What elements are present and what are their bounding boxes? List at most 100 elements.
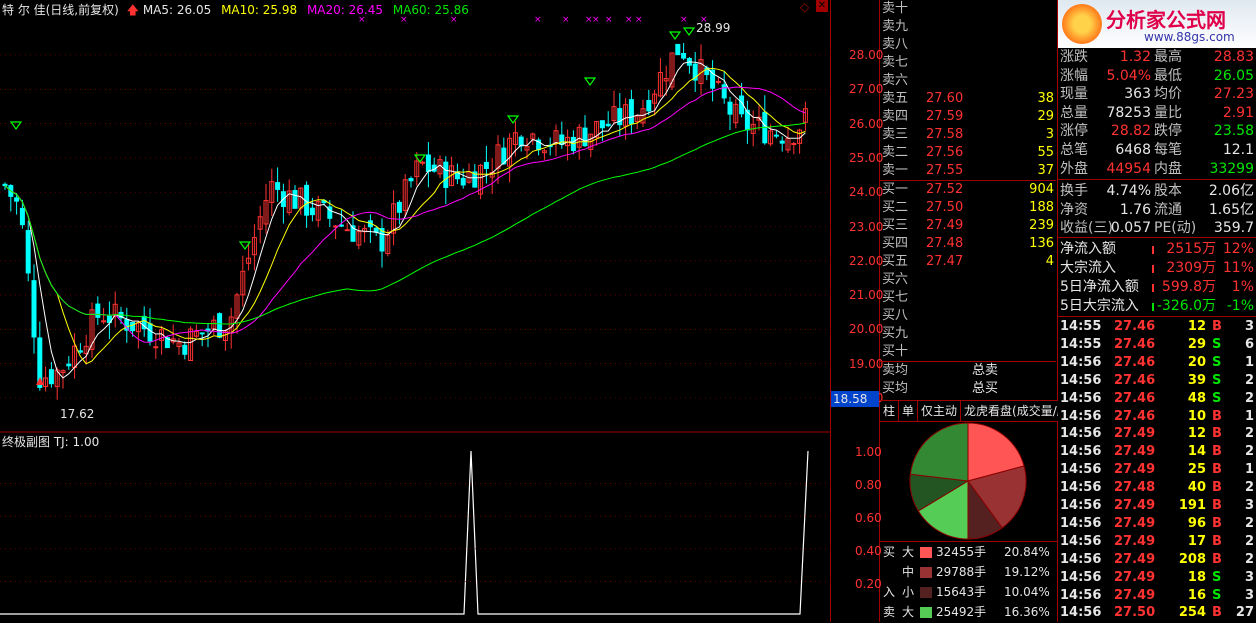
quote-value-2: 2.91 (1222, 104, 1254, 121)
tick-row[interactable]: 14:56 27.49 25 B 1 (1058, 461, 1256, 479)
price-flag: 18.58 (831, 391, 879, 407)
tick-price: 27.49 (1114, 515, 1156, 531)
tick-row[interactable]: 14:56 27.46 39 S 2 (1058, 372, 1256, 390)
tick-volume: 18 (1187, 569, 1206, 585)
quote-row: 总笔 6468 每笔 12.1 (1058, 141, 1256, 159)
tab-dragon-tiger[interactable]: 龙虎看盘(成交量/股 (961, 401, 1058, 421)
tick-row[interactable]: 14:56 27.46 48 S 2 (1058, 390, 1256, 408)
tab-active-only[interactable]: 仅主动 (918, 401, 962, 421)
sell-level-label: 卖八 (882, 37, 909, 52)
tick-row[interactable]: 14:56 27.49 16 S 3 (1058, 587, 1256, 605)
sell-level-row[interactable]: 卖六 (880, 72, 1056, 90)
buy-level-label: 买一 (882, 182, 909, 197)
tick-price: 27.49 (1114, 533, 1156, 549)
buy-level-row[interactable]: 买三 27.49 239 (880, 217, 1056, 235)
tick-row[interactable]: 14:55 27.46 12 B 3 (1058, 318, 1256, 336)
tick-side: S (1212, 354, 1222, 370)
tick-row[interactable]: 14:56 27.46 20 S 1 (1058, 354, 1256, 372)
sell-level-row[interactable]: 卖四 27.59 29 (880, 108, 1056, 126)
quote-divider-2 (1058, 237, 1256, 238)
kline-canvas[interactable]: × × × × × × × × × × × × (0, 0, 830, 622)
tick-time: 14:56 (1060, 408, 1102, 424)
tab-single[interactable]: 单 (899, 401, 919, 421)
diamond-icon[interactable]: ◇ (800, 0, 809, 14)
quote-label-2: 跌停 (1154, 123, 1182, 140)
sell-level-row[interactable]: 卖七 (880, 54, 1056, 72)
buy-level-row[interactable]: 买九 (880, 325, 1056, 343)
sell-level-volume: 38 (1037, 91, 1054, 106)
buy-level-volume: 136 (1029, 236, 1054, 251)
buy-level-price: 27.47 (926, 254, 964, 269)
tick-row[interactable]: 14:55 27.46 29 S 6 (1058, 336, 1256, 354)
candle-body (309, 207, 315, 216)
quote-value: 28.82 (1110, 123, 1151, 140)
sell-level-label: 卖七 (882, 55, 909, 70)
quote-row: 现量 363 均价 27.23 (1058, 85, 1256, 103)
kline-chart-area[interactable]: × × × × × × × × × × × × 特 尔 佳(日线,前复权) 🡅 MA5: 26.05 … (0, 0, 830, 622)
tick-volume: 17 (1187, 533, 1206, 549)
sell-level-row[interactable]: 卖十 (880, 0, 1056, 18)
flow-bar (1152, 284, 1154, 292)
close-icon[interactable]: ✕ (816, 0, 828, 12)
tick-side: B (1212, 515, 1222, 531)
avg-sell-label: 卖均 (882, 363, 909, 378)
tick-price: 27.50 (1114, 605, 1156, 621)
tick-row[interactable]: 14:56 27.49 17 B 2 (1058, 533, 1256, 551)
tick-row[interactable]: 14:56 27.49 208 B 2 (1058, 551, 1256, 569)
sell-level-label: 卖九 (882, 19, 909, 34)
tick-volume: 12 (1187, 319, 1206, 334)
candle-body (130, 321, 136, 332)
tick-side: B (1212, 408, 1222, 424)
candle-body (675, 43, 681, 56)
buy-level-row[interactable]: 买一 27.52 904 (880, 181, 1056, 199)
sell-level-row[interactable]: 卖二 27.56 55 (880, 144, 1056, 162)
tick-row[interactable]: 14:56 27.49 191 B 3 (1058, 497, 1256, 515)
tick-side: B (1212, 498, 1222, 513)
quote-value: 1.32 (1119, 49, 1151, 65)
logo-text: 分析家公式网 (1106, 8, 1226, 32)
quote2-label-2: 股本 (1154, 183, 1182, 199)
signal-marker: × (625, 15, 633, 25)
buy-level-row[interactable]: 买十 (880, 343, 1056, 361)
buy-level-row[interactable]: 买六 (880, 271, 1056, 289)
tick-time: 14:55 (1060, 319, 1102, 334)
quote2-value: 0.057 (1110, 220, 1151, 237)
buy-level-row[interactable]: 买八 (880, 307, 1056, 325)
sell-level-row[interactable]: 卖三 27.58 3 (880, 126, 1056, 144)
sell-level-row[interactable]: 卖八 (880, 36, 1056, 54)
buy-level-row[interactable]: 买四 27.48 136 (880, 235, 1056, 253)
legend-row: 卖大 25492手 16.36% (880, 602, 1056, 623)
quote2-value-2: 2.06亿 (1208, 183, 1254, 199)
quote-label-2: 每笔 (1154, 142, 1182, 158)
tick-row[interactable]: 14:56 27.49 12 B 2 (1058, 425, 1256, 443)
tick-row[interactable]: 14:56 27.50 254 B 27 (1058, 604, 1256, 622)
sell-level-row[interactable]: 卖九 (880, 18, 1056, 36)
sub-tick: 1.00 (855, 445, 882, 459)
tick-row[interactable]: 14:56 27.48 40 B 2 (1058, 479, 1256, 497)
quote-label: 总笔 (1060, 142, 1088, 158)
tick-row[interactable]: 14:56 27.49 18 S 3 (1058, 569, 1256, 587)
tick-count: 2 (1244, 372, 1254, 388)
tick-count: 2 (1244, 426, 1254, 442)
tick-side: B (1212, 462, 1222, 478)
logo-banner[interactable]: 分析家公式网 www.88gs.com (1058, 0, 1256, 48)
tick-row[interactable]: 14:56 27.49 96 B 2 (1058, 515, 1256, 533)
buy-signal-icon (583, 77, 597, 87)
ma10-label: MA10: 25.98 (221, 3, 298, 17)
candle-body (217, 313, 223, 338)
legend-row: 入小 15643手 10.04% (880, 582, 1056, 603)
candle-body (727, 101, 733, 115)
quote-row: 涨跌 1.32 最高 28.83 (1058, 48, 1256, 66)
buy-level-row[interactable]: 买五 27.47 4 (880, 253, 1056, 271)
buy-level-row[interactable]: 买二 27.50 188 (880, 199, 1056, 217)
buy-level-volume: 904 (1029, 182, 1054, 197)
quote2-label: 净资 (1060, 201, 1088, 218)
sell-level-row[interactable]: 卖五 27.60 38 (880, 90, 1056, 108)
price-tick: 24.00 (849, 185, 884, 200)
tab-bar[interactable]: 柱 (880, 401, 900, 421)
tick-row[interactable]: 14:56 27.49 14 B 2 (1058, 443, 1256, 461)
buy-level-label: 买四 (882, 236, 909, 251)
buy-level-row[interactable]: 买七 (880, 289, 1056, 307)
tick-row[interactable]: 14:56 27.46 10 B 1 (1058, 408, 1256, 426)
sell-level-row[interactable]: 卖一 27.55 37 (880, 162, 1056, 180)
